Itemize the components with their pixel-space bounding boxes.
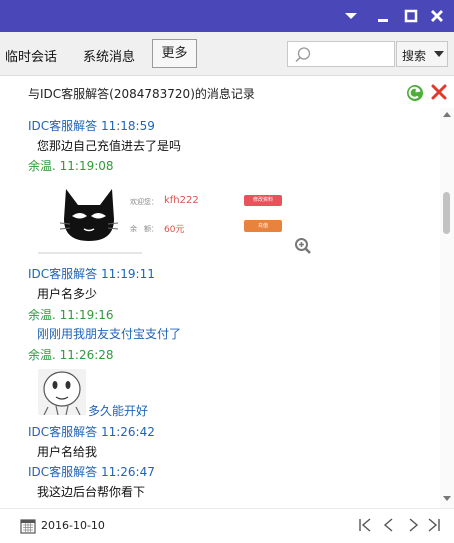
scroll-thumb[interactable] — [443, 192, 450, 234]
title-bar — [0, 0, 454, 32]
delete-icon[interactable] — [430, 83, 448, 101]
message-sender: 余温. 11:19:16 — [28, 308, 114, 322]
previous-page-icon[interactable] — [381, 517, 397, 533]
card-balance: 60元 — [164, 225, 185, 235]
screenshot-image[interactable]: 欢迎您： kfh222 余 额： 60元 修改资料 充值 — [38, 176, 308, 254]
history-header: 与IDC客服解答(2084783720)的消息记录 — [0, 77, 454, 107]
cat-avatar-icon — [60, 189, 118, 241]
search-icon — [295, 47, 311, 63]
scroll-down-icon[interactable] — [443, 496, 451, 501]
message-sender: 余温. 11:26:28 — [28, 348, 114, 362]
balance-label: 余 额： — [130, 225, 158, 233]
message-sender: 余温. 11:19:08 — [28, 159, 114, 173]
tab-temporary-session[interactable]: 临时会话 — [5, 46, 57, 65]
tab-toolbar: 临时会话 系统消息 更多 搜索 — [0, 32, 454, 76]
message-text: 用户名多少 — [37, 287, 98, 301]
zoom-in-icon[interactable] — [294, 237, 312, 255]
chevron-down-icon[interactable] — [341, 6, 361, 26]
minimize-icon[interactable] — [373, 6, 393, 26]
card-username: kfh222 — [164, 195, 199, 206]
history-date: 2016-10-10 — [41, 519, 105, 532]
divider — [38, 252, 142, 254]
message-text: 您那边自己充值进去了是吗 — [37, 139, 182, 153]
dropdown-arrow-icon[interactable] — [434, 51, 444, 57]
welcome-label: 欢迎您： — [130, 198, 158, 206]
search-button[interactable]: 搜索 — [396, 41, 448, 67]
search-button-label: 搜索 — [402, 49, 427, 63]
search-field[interactable] — [287, 41, 395, 67]
next-page-icon[interactable] — [405, 517, 421, 533]
calendar-icon[interactable] — [20, 518, 36, 534]
message-text: 刚刚用我朋友支付宝支付了 — [37, 327, 182, 341]
more-button[interactable]: 更多 — [152, 39, 197, 68]
message-sender: IDC客服解答 11:19:11 — [28, 267, 155, 281]
emoji-sticker-icon[interactable] — [38, 369, 86, 415]
last-page-icon[interactable] — [426, 517, 442, 533]
message-text: 我这边后台帮你看下 — [37, 485, 146, 499]
first-page-icon[interactable] — [357, 517, 373, 533]
edit-profile-button: 修改资料 — [244, 195, 282, 206]
message-sender: IDC客服解答 11:18:59 — [28, 119, 155, 133]
maximize-icon[interactable] — [401, 6, 421, 26]
refresh-icon[interactable] — [405, 83, 425, 103]
search-input[interactable] — [316, 45, 392, 63]
message-sender: IDC客服解答 11:26:42 — [28, 425, 155, 439]
recharge-button: 充值 — [244, 220, 282, 232]
message-text: 用户名给我 — [37, 445, 98, 459]
history-title: 与IDC客服解答(2084783720)的消息记录 — [28, 87, 255, 101]
message-log: IDC客服解答 11:18:59 您那边自己充值进去了是吗 余温. 11:19:… — [0, 108, 440, 508]
history-footer: 2016-10-10 — [0, 508, 454, 543]
tab-system-messages[interactable]: 系统消息 — [83, 46, 135, 65]
message-text: 多久能开好 — [88, 404, 149, 418]
scroll-up-icon[interactable] — [443, 112, 451, 117]
message-sender: IDC客服解答 11:26:47 — [28, 465, 155, 479]
close-icon[interactable] — [427, 6, 447, 26]
log-scrollbar[interactable] — [440, 108, 454, 508]
